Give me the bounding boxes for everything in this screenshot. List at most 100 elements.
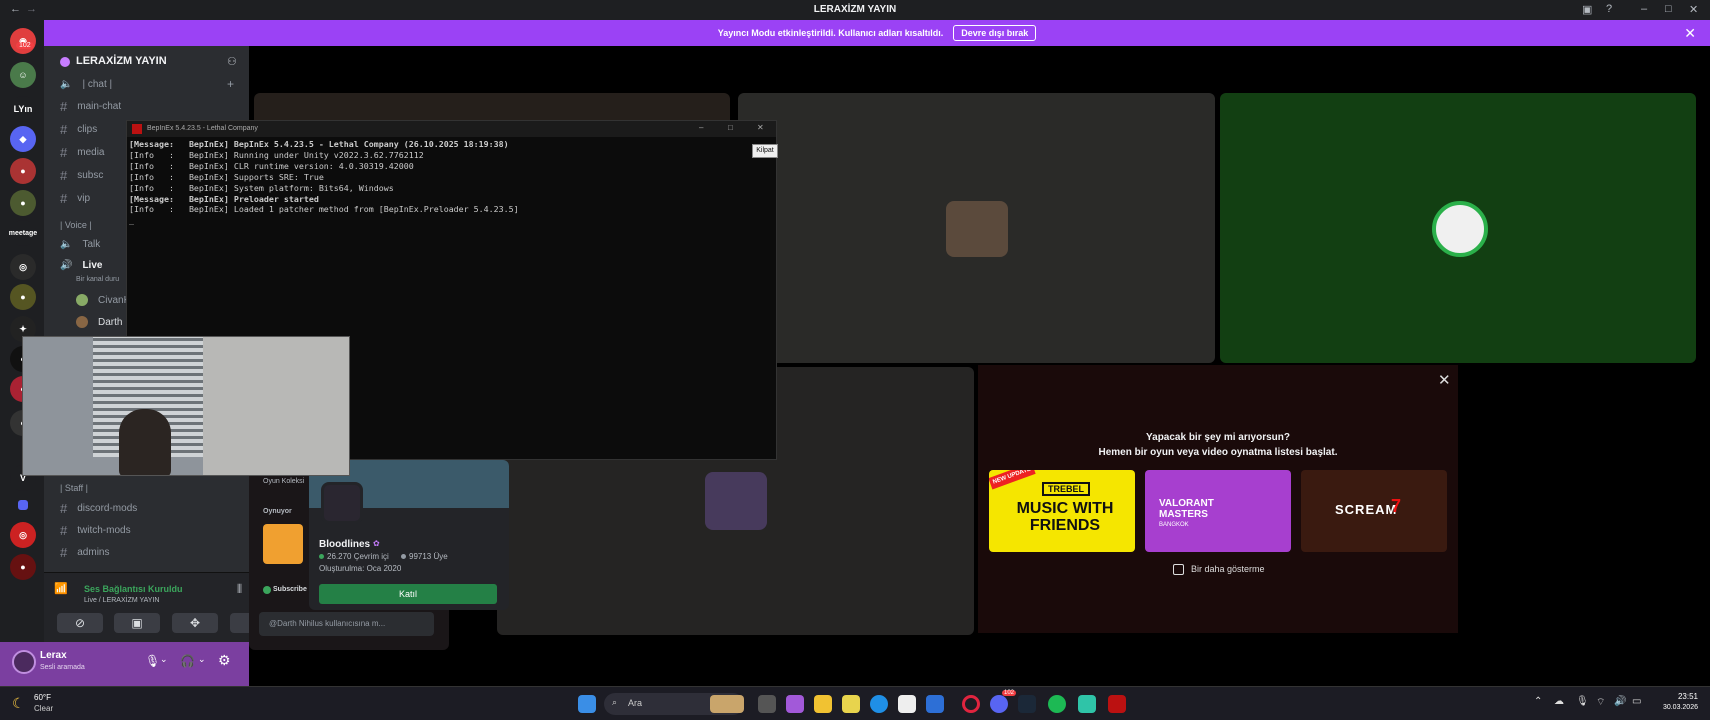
category-chat[interactable]: 🔈 | chat | [60, 79, 112, 90]
steam-icon[interactable] [1018, 695, 1036, 713]
clock-date[interactable]: 30.03.2026 [1652, 704, 1698, 711]
unread-badge: 102 [16, 42, 34, 49]
channel-admins[interactable]: # admins [60, 545, 109, 560]
server-icon[interactable]: ☺ [10, 62, 36, 88]
folder-icon[interactable] [18, 500, 28, 510]
activity-card-scream[interactable]: SCREAM 7 [1301, 470, 1447, 552]
voice-channel-talk[interactable]: 🔈 Talk [60, 239, 100, 250]
message-input[interactable]: @Darth Nihilus kullanıcısına m... [259, 612, 434, 636]
user-panel: Lerax Sesli aramada 🎙 ⌄ 🎧 ⌄ ⚙ [0, 642, 249, 686]
volume-icon[interactable]: 🔊 [1614, 696, 1626, 707]
mail-icon[interactable] [926, 695, 944, 713]
wifi-icon[interactable]: ⌔ [1596, 696, 1605, 709]
activity-card-trebel[interactable]: NEW UPDATE TREBEL MUSIC WITH FRIENDS [989, 470, 1135, 552]
app-m-icon[interactable] [842, 695, 860, 713]
chevron-up-icon[interactable]: ⌃ [1534, 696, 1542, 707]
store-icon[interactable] [898, 695, 916, 713]
help-icon[interactable]: ? [1606, 3, 1612, 15]
disable-streamer-mode-button[interactable]: Devre dışı bırak [953, 25, 1037, 41]
hash-icon: # [60, 99, 68, 114]
video-tile[interactable] [738, 93, 1215, 363]
voice-member[interactable]: Darth N [76, 316, 132, 328]
server-icon[interactable]: ● [10, 158, 36, 184]
close-window-icon[interactable]: ✕ [1689, 3, 1698, 16]
channel-clips[interactable]: # clips [60, 122, 97, 137]
opera-icon[interactable] [962, 695, 980, 713]
chevron-down-icon[interactable]: ⌄ [160, 654, 168, 665]
channel-twitch-mods[interactable]: # twitch-mods [60, 523, 131, 538]
add-channel-icon[interactable]: + [227, 77, 234, 91]
widgets-icon[interactable] [710, 695, 744, 713]
channel-main-chat[interactable]: # main-chat [60, 99, 121, 114]
channel-vip[interactable]: # vip [60, 191, 90, 206]
maximize-icon[interactable]: □ [1665, 3, 1672, 15]
bepinex-console-taskbar-icon[interactable] [1108, 695, 1126, 713]
activities-button[interactable]: ✥ [172, 613, 218, 633]
camera-button[interactable]: ⊘ [57, 613, 103, 633]
microphone-icon[interactable]: 🎙 [1576, 696, 1589, 707]
server-name[interactable]: LERAXİZM YAYIN [76, 55, 167, 67]
microphone-icon[interactable]: 🎙 [145, 654, 160, 668]
window-title: LERAXİZM YAYIN [813, 4, 897, 15]
maximize-icon[interactable]: □ [728, 123, 733, 132]
speaker-icon: 🔈 [60, 79, 73, 90]
weather-temp[interactable]: 60°F [34, 693, 51, 702]
avatar[interactable] [12, 650, 36, 674]
server-meetage[interactable]: meetage [9, 220, 37, 246]
moon-weather-icon[interactable]: ☾ [12, 695, 25, 712]
server-icon[interactable]: ● [10, 190, 36, 216]
task-view-icon[interactable] [758, 695, 776, 713]
channel-subsc[interactable]: # subsc [60, 168, 103, 183]
video-tile[interactable] [1220, 93, 1696, 363]
server-icon[interactable]: ● [10, 284, 36, 310]
channel-discord-mods[interactable]: # discord-mods [60, 501, 137, 516]
server-icon[interactable]: ● [10, 554, 36, 580]
close-banner-icon[interactable]: ✕ [1684, 25, 1696, 42]
minimize-icon[interactable]: – [1641, 3, 1647, 15]
activity-card-valorant[interactable]: VALORANT MASTERS BANGKOK [1145, 470, 1291, 552]
banner-message: Yayıncı Modu etkinleştirildi. Kullanıcı … [717, 28, 944, 38]
server-icon[interactable]: ◎ [10, 522, 36, 548]
voice-channel-link[interactable]: Live / LERAXİZM YAYIN [84, 597, 159, 604]
category-staff[interactable]: | Staff | [60, 483, 88, 493]
app-icon[interactable] [1078, 695, 1096, 713]
voice-member[interactable]: CivanK [76, 294, 130, 306]
game-icon [263, 524, 303, 564]
settings-gear-icon[interactable]: ⚙ [218, 652, 231, 669]
server-ly[interactable]: LYın [10, 96, 36, 122]
join-button[interactable]: Katıl [319, 584, 497, 604]
headphones-icon[interactable]: 🎧 [180, 654, 195, 668]
file-explorer-icon[interactable] [814, 695, 832, 713]
tray-app-icon[interactable]: ☁ [1554, 696, 1564, 707]
noise-suppression-icon[interactable]: ⫴ [237, 582, 242, 597]
discord-icon[interactable] [990, 695, 1008, 713]
discord-server-icon[interactable]: ◆ [10, 126, 36, 152]
screen-share-icon: ▣ [131, 616, 143, 630]
channel-media[interactable]: # media [60, 145, 104, 160]
edge-icon[interactable] [870, 695, 888, 713]
card-brand: TREBEL [1042, 482, 1090, 496]
member-count: 99713 Üye [409, 552, 448, 561]
dont-show-checkbox[interactable] [1173, 564, 1184, 575]
clock-time[interactable]: 23:51 [1670, 692, 1698, 701]
close-icon[interactable]: ✕ [757, 123, 764, 132]
inbox-icon[interactable]: ▣ [1582, 3, 1592, 16]
windows-start-icon[interactable] [578, 695, 596, 713]
add-member-icon[interactable]: ⚇ [227, 55, 237, 68]
chevron-down-icon[interactable]: ⌄ [198, 654, 206, 665]
close-icon[interactable]: ✕ [1438, 371, 1451, 389]
spotify-icon[interactable] [1048, 695, 1066, 713]
screen-share-button[interactable]: ▣ [114, 613, 160, 633]
minimize-icon[interactable]: – [699, 123, 703, 132]
server-avatar [321, 482, 363, 524]
battery-icon[interactable]: ▭ [1632, 696, 1641, 707]
category-voice[interactable]: | Voice | [60, 220, 92, 230]
voice-channel-live[interactable]: 🔊 Live [60, 260, 102, 271]
dm-home-icon[interactable]: ◉ [10, 28, 36, 54]
signal-icon[interactable]: 📶 [54, 582, 68, 595]
webcam-overlay[interactable] [22, 336, 350, 476]
copilot-icon[interactable] [786, 695, 804, 713]
server-icon[interactable]: ◎ [10, 254, 36, 280]
card-subtitle: BANGKOK [1159, 522, 1189, 528]
hash-icon: # [60, 523, 68, 538]
